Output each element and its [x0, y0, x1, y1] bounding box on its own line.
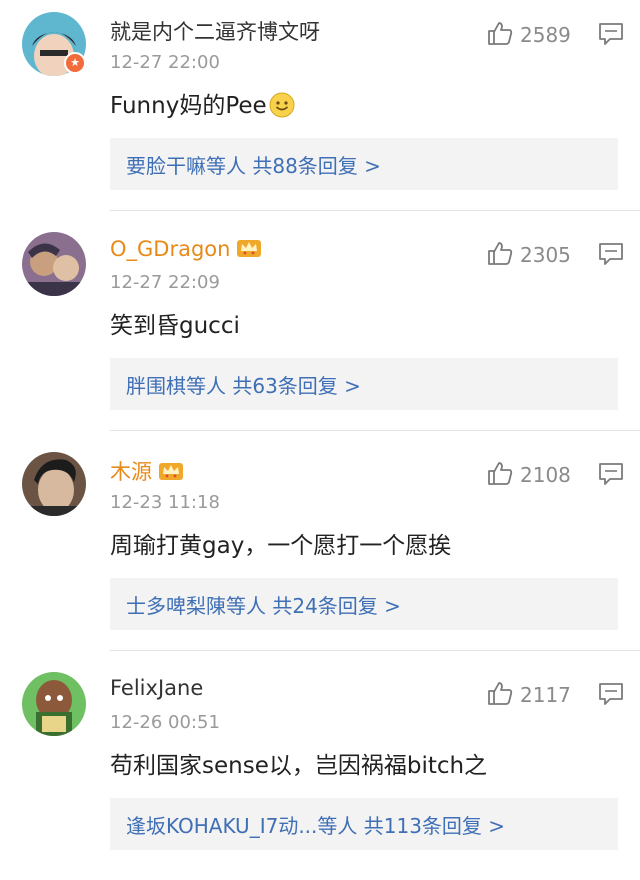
reply-summary-text[interactable]: 逢坂KOHAKU_I7动...等人 共113条回复 > — [126, 810, 505, 839]
comment-text: 苟利国家sense以，岂因祸福bitch之 — [110, 753, 488, 779]
reply-summary[interactable]: 胖围棋等人 共63条回复 > — [110, 358, 618, 410]
crown-icon — [158, 459, 184, 486]
comment-icon[interactable] — [598, 462, 624, 490]
comment-item: 木源 12-23 11:18 周瑜打黄gay，一个愿打一个愿挨 2108 士多啤… — [0, 440, 640, 660]
reply-summary-text[interactable]: 士多啤梨陳等人 共24条回复 > — [126, 590, 401, 619]
comment-text: 周瑜打黄gay，一个愿打一个愿挨 — [110, 533, 452, 559]
timestamp: 12-23 11:18 — [110, 492, 220, 513]
reply-summary-text[interactable]: 胖围棋等人 共63条回复 > — [126, 370, 361, 399]
username-text[interactable]: 木源 — [110, 460, 152, 484]
divider — [110, 210, 640, 211]
username[interactable]: O_GDragon — [110, 236, 262, 263]
username[interactable]: FelixJane — [110, 676, 203, 700]
reply-summary[interactable]: 士多啤梨陳等人 共24条回复 > — [110, 578, 618, 630]
weibo-comment-list: { "comments": [ { "username": "就是内个二逼齐博文… — [0, 0, 640, 864]
username-text[interactable]: O_GDragon — [110, 237, 230, 261]
reply-summary[interactable]: 要脸干嘛等人 共88条回复 > — [110, 138, 618, 190]
comment-item: ★ 就是内个二逼齐博文呀 12-27 22:00 Funny妈的Pee 2589… — [0, 0, 640, 220]
thumbs-up-icon — [486, 459, 514, 491]
divider — [110, 430, 640, 431]
like-button[interactable]: 2305 — [486, 240, 571, 270]
comment-icon[interactable] — [598, 22, 624, 50]
verified-badge-icon: ★ — [64, 52, 86, 74]
reply-summary-text[interactable]: 要脸干嘛等人 共88条回复 > — [126, 150, 381, 179]
timestamp: 12-27 22:09 — [110, 272, 220, 293]
comment-item: FelixJane 12-26 00:51 苟利国家sense以，岂因祸福bit… — [0, 660, 640, 880]
smile-emoji-icon — [269, 92, 295, 124]
like-count: 2305 — [520, 243, 571, 267]
comment-text: 笑到昏gucci — [110, 313, 240, 339]
thumbs-up-icon — [486, 679, 514, 711]
like-button[interactable]: 2108 — [486, 460, 571, 490]
timestamp: 12-26 00:51 — [110, 712, 220, 733]
reply-summary[interactable]: 逢坂KOHAKU_I7动...等人 共113条回复 > — [110, 798, 618, 850]
comment-icon[interactable] — [598, 242, 624, 270]
avatar[interactable] — [22, 232, 86, 296]
thumbs-up-icon — [486, 19, 514, 51]
like-count: 2108 — [520, 463, 571, 487]
like-count: 2117 — [520, 683, 571, 707]
like-button[interactable]: 2589 — [486, 20, 571, 50]
timestamp: 12-27 22:00 — [110, 52, 220, 73]
username[interactable]: 木源 — [110, 456, 184, 486]
comment-item: O_GDragon 12-27 22:09 笑到昏gucci 2305 胖围棋等… — [0, 220, 640, 440]
avatar[interactable] — [22, 672, 86, 736]
like-count: 2589 — [520, 23, 571, 47]
like-button[interactable]: 2117 — [486, 680, 571, 710]
avatar[interactable] — [22, 452, 86, 516]
crown-icon — [236, 236, 262, 263]
comment-icon[interactable] — [598, 682, 624, 710]
comment-text-wrap: Funny妈的Pee — [110, 86, 295, 124]
thumbs-up-icon — [486, 239, 514, 271]
username[interactable]: 就是内个二逼齐博文呀 — [110, 16, 320, 46]
divider — [110, 650, 640, 651]
comment-text: Funny妈的Pee — [110, 93, 267, 119]
